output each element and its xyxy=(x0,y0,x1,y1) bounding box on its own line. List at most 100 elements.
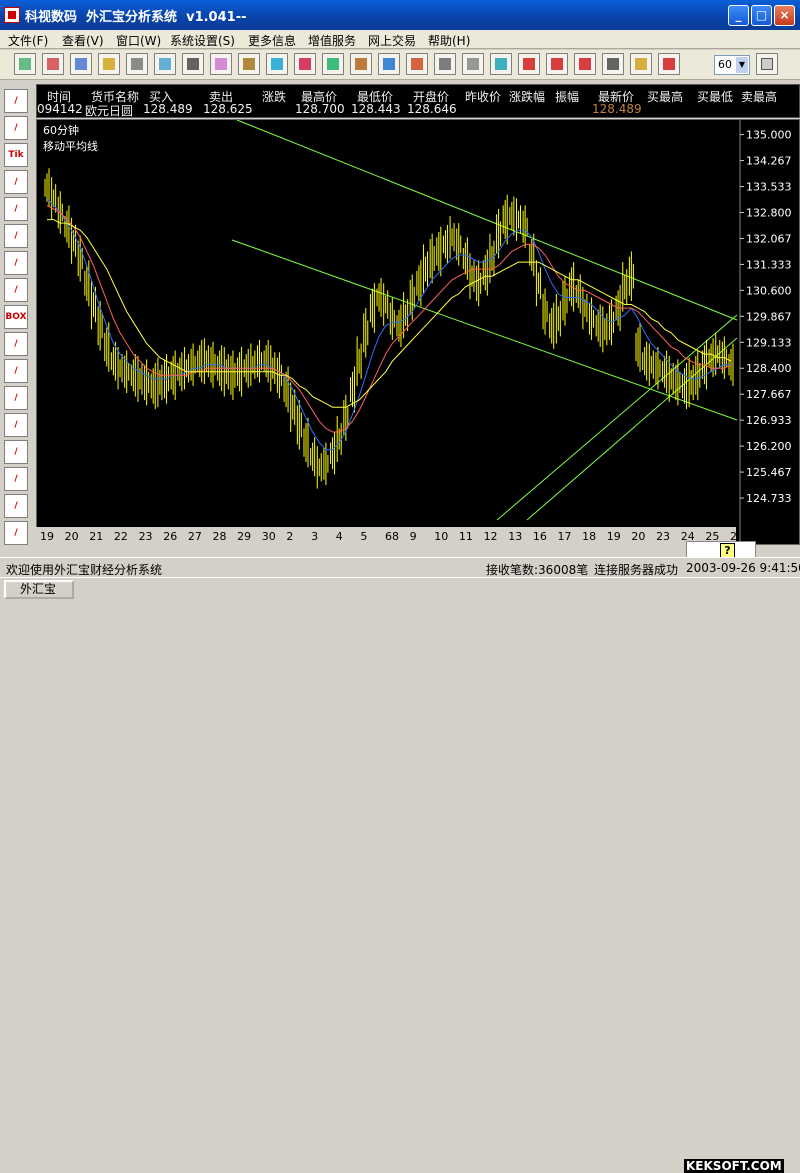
x-tick-label: 22 xyxy=(114,530,128,543)
menu-value-added[interactable]: 增值服务 xyxy=(308,32,356,49)
x-tick-label: 23 xyxy=(656,530,670,543)
status-icon-glyph xyxy=(607,58,619,70)
menu-help[interactable]: 帮助(H) xyxy=(428,32,470,49)
copy-icon[interactable] xyxy=(126,53,148,75)
news-icon[interactable] xyxy=(518,53,540,75)
x-tick-label: 16 xyxy=(533,530,547,543)
chart-icon-glyph xyxy=(299,58,311,70)
status-connection: 连接服务器成功 xyxy=(594,563,679,577)
y-tick-label: 132.067 xyxy=(746,232,792,245)
quote-value: 128.443 xyxy=(351,102,401,116)
print-preview-icon[interactable] xyxy=(210,53,232,75)
y-tick-label: 134.267 xyxy=(746,155,792,168)
open-icon[interactable] xyxy=(42,53,64,75)
status-count: 接收笔数:36008笔 xyxy=(486,563,589,577)
price-chart[interactable]: 135.000 134.267 133.533 132.800 132.067 131.3… xyxy=(36,119,800,546)
close-button[interactable]: × xyxy=(774,5,795,26)
menu-window[interactable]: 窗口(W) xyxy=(116,32,161,49)
table-icon[interactable] xyxy=(490,53,512,75)
quote-header: 涨跌 xyxy=(262,90,287,104)
trendline-icon[interactable]: / xyxy=(4,170,28,194)
tool-box[interactable]: BOX xyxy=(4,305,28,329)
scale-icon[interactable]: / xyxy=(4,494,28,518)
drawing-icon[interactable] xyxy=(406,53,428,75)
title-bar[interactable]: 科视数码 外汇宝分析系统 v1.041-- _ □ × xyxy=(0,0,800,30)
indicator-icon-glyph xyxy=(355,58,367,70)
alert-down-icon[interactable] xyxy=(574,53,596,75)
cut-icon[interactable] xyxy=(238,53,260,75)
x-tick-label: 19 xyxy=(40,530,54,543)
maximize-button[interactable]: □ xyxy=(751,5,772,26)
new-icon[interactable] xyxy=(14,53,36,75)
tool-tik[interactable]: Tik xyxy=(4,143,28,167)
drawing-tools-panel: / / Tik / / / / / BOX / / / / / / / / xyxy=(0,83,34,553)
fibonacci-icon[interactable]: / xyxy=(4,278,28,302)
moving-average-line xyxy=(46,197,731,451)
x-tick-label: 18 xyxy=(582,530,596,543)
trend-line[interactable] xyxy=(496,314,738,521)
menu-online-trade[interactable]: 网上交易 xyxy=(368,32,416,49)
x-tick-label: 4 xyxy=(336,530,343,543)
delete-icon[interactable]: / xyxy=(4,332,28,356)
menu-file[interactable]: 文件(F) xyxy=(8,32,48,49)
task-bar: 外汇宝 KEKSOFT.COM xyxy=(0,577,800,1173)
calendar-icon[interactable]: / xyxy=(4,521,28,545)
grid-icon[interactable] xyxy=(434,53,456,75)
y-tick-label: 131.333 xyxy=(746,258,792,271)
y-tick-label: 133.533 xyxy=(746,181,792,194)
ray-icon[interactable]: / xyxy=(4,224,28,248)
cycle-icon[interactable]: / xyxy=(4,413,28,437)
save-icon[interactable] xyxy=(70,53,92,75)
y-tick-label: 126.933 xyxy=(746,414,792,427)
parallel-icon[interactable]: / xyxy=(4,251,28,275)
table-icon-glyph xyxy=(495,58,507,70)
quote-value: 128.489 xyxy=(143,102,193,116)
plus-icon[interactable]: / xyxy=(4,440,28,464)
chevron-down-icon: ▼ xyxy=(736,57,748,73)
quote-header: 振幅 xyxy=(555,90,580,104)
app-icon xyxy=(4,7,20,23)
print-icon[interactable] xyxy=(182,53,204,75)
line-chart-icon[interactable] xyxy=(322,53,344,75)
x-tick-label: 5 xyxy=(360,530,367,543)
calculator-icon[interactable] xyxy=(756,53,778,75)
moving-average-line xyxy=(47,219,732,408)
y-tick-label: 132.800 xyxy=(746,206,792,219)
channel-icon[interactable]: / xyxy=(4,197,28,221)
window-icon[interactable] xyxy=(266,53,288,75)
y-tick-label: 129.133 xyxy=(746,336,792,349)
help-icon[interactable] xyxy=(630,53,652,75)
exit-icon[interactable] xyxy=(658,53,680,75)
pointer-icon[interactable]: / xyxy=(4,89,28,113)
indicator-icon[interactable] xyxy=(350,53,372,75)
eraser-icon[interactable]: / xyxy=(4,359,28,383)
menu-settings[interactable]: 系统设置(S) xyxy=(170,32,235,49)
menu-more-info[interactable]: 更多信息 xyxy=(248,32,296,49)
status-icon[interactable] xyxy=(602,53,624,75)
save-as-icon-glyph xyxy=(103,58,115,70)
save-icon-glyph xyxy=(75,58,87,70)
x-tick-label: 3 xyxy=(311,530,318,543)
x-tick-label: 27 xyxy=(188,530,202,543)
save-as-icon[interactable] xyxy=(98,53,120,75)
zoom-select[interactable]: 60 ▼ xyxy=(714,55,750,75)
zoom-icon[interactable]: / xyxy=(4,386,28,410)
fan-icon[interactable]: / xyxy=(4,116,28,140)
x-tick-label: 21 xyxy=(89,530,103,543)
clock-icon[interactable] xyxy=(462,53,484,75)
menu-view[interactable]: 查看(V) xyxy=(62,32,104,49)
x-tick-label: 20 xyxy=(65,530,79,543)
bar-chart-icon[interactable] xyxy=(378,53,400,75)
alert-up-icon[interactable] xyxy=(546,53,568,75)
x-tick-label: 13 xyxy=(508,530,522,543)
task-button-waihuibao[interactable]: 外汇宝 xyxy=(4,580,74,599)
chart-svg[interactable]: 135.000 134.267 133.533 132.800 132.067 131.3… xyxy=(37,119,800,546)
toolbar: 60 ▼ xyxy=(0,50,800,80)
chart-icon[interactable] xyxy=(294,53,316,75)
minus-icon[interactable]: / xyxy=(4,467,28,491)
paste-icon[interactable] xyxy=(154,53,176,75)
help-icon[interactable]: ? xyxy=(720,543,735,558)
trend-line[interactable] xyxy=(231,239,738,421)
minimize-button[interactable]: _ xyxy=(728,5,749,26)
alert-down-icon-glyph xyxy=(579,58,591,70)
